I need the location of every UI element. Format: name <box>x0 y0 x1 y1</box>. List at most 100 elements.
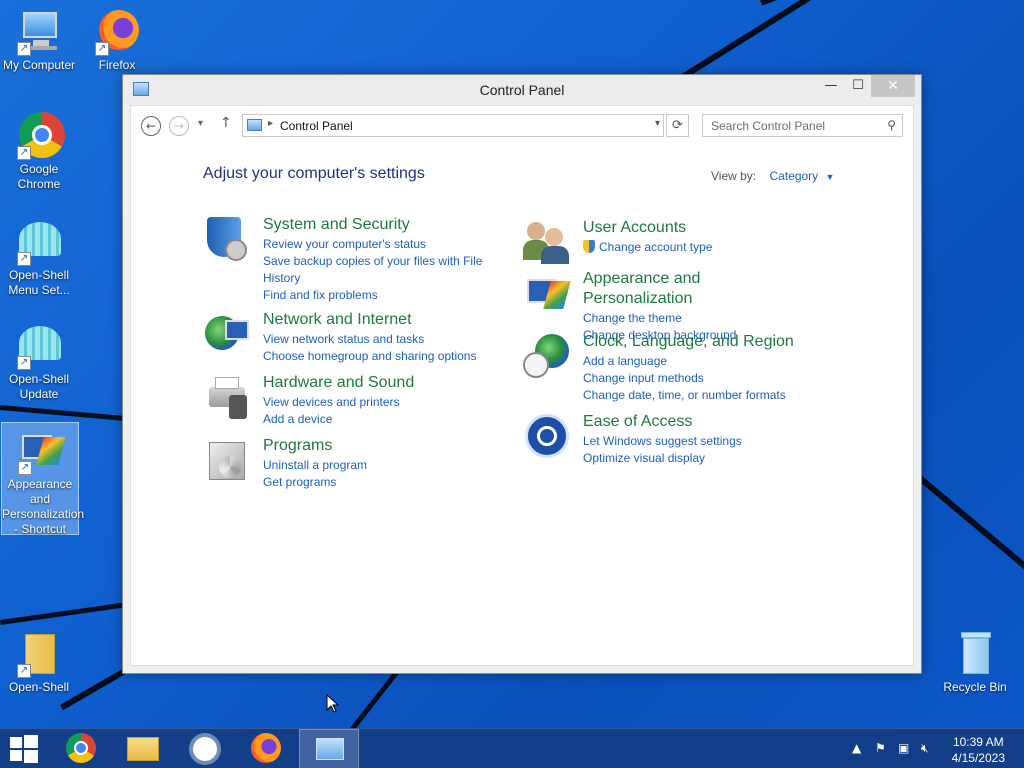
taskbar-chrome[interactable] <box>52 729 112 768</box>
desktop-icon-open-shell[interactable]: ↗ Open-Shell <box>0 630 78 695</box>
shell-icon: ↗ <box>15 218 63 266</box>
taskbar-control-panel[interactable] <box>299 729 359 768</box>
control-panel-icon <box>316 738 344 760</box>
taskbar-file-explorer[interactable] <box>113 729 173 768</box>
category-user-accounts: User Accounts Change account type <box>523 218 843 264</box>
category-link[interactable]: Change input methods <box>583 370 813 387</box>
desktop-icon-google-chrome[interactable]: ↗ Google Chrome <box>0 112 78 192</box>
back-button[interactable]: ← <box>141 116 161 136</box>
category-title[interactable]: Clock, Language, and Region <box>583 332 813 352</box>
category-link[interactable]: Change date, time, or number formats <box>583 387 813 404</box>
close-button[interactable]: ✕ <box>871 75 915 97</box>
ease-of-access-icon <box>523 412 571 460</box>
category-link[interactable]: Save backup copies of your files with Fi… <box>263 253 493 287</box>
shortcut-arrow-icon: ↗ <box>17 664 31 678</box>
category-title[interactable]: Programs <box>263 436 493 456</box>
category-link[interactable]: View network status and tasks <box>263 331 493 348</box>
refresh-button[interactable]: ⟳ <box>666 114 689 137</box>
clock-date: 4/15/2023 <box>951 751 1005 765</box>
system-clock[interactable]: 10:39 AM 4/15/2023 <box>952 734 1005 766</box>
title-bar[interactable]: Control Panel — ☐ ✕ <box>123 75 921 105</box>
page-title: Adjust your computer's settings <box>203 165 425 182</box>
sun-icon <box>193 737 217 761</box>
desktop-icon-label: Open-Shell Update <box>8 372 70 401</box>
category-link[interactable]: Optimize visual display <box>583 450 813 467</box>
desktop-icon-open-shell-menu-settings[interactable]: ↗ Open-Shell Menu Set... <box>0 218 78 298</box>
shortcut-arrow-icon: ↗ <box>95 42 109 56</box>
window-title: Control Panel <box>479 82 565 98</box>
category-clock-language-region: Clock, Language, and Region Add a langua… <box>523 332 843 404</box>
mouse-cursor-icon <box>326 694 340 713</box>
desktop-icon-label: Appearance and Personalization - Shortcu… <box>2 477 85 536</box>
forward-button[interactable]: → <box>169 116 189 136</box>
category-title[interactable]: System and Security <box>263 215 493 235</box>
firefox-icon <box>251 733 281 763</box>
clock-globe-icon <box>523 332 571 380</box>
desktop-icon-label: My Computer <box>2 58 76 72</box>
category-system-security: System and Security Review your computer… <box>203 215 503 302</box>
uac-shield-icon <box>583 240 595 253</box>
recent-locations-dropdown[interactable]: ▾ <box>198 118 203 129</box>
navigation-bar: ← → ▾ ↑ ▸ Control Panel ▾ ⟳ Search Contr… <box>131 106 913 146</box>
appearance-personalization-icon <box>523 269 571 317</box>
desktop-icon-firefox[interactable]: ↗ Firefox <box>78 8 156 73</box>
start-button[interactable] <box>0 729 48 768</box>
show-hidden-icons-button[interactable]: ▲ <box>852 741 861 755</box>
network-globe-icon <box>203 310 251 358</box>
view-by-dropdown[interactable]: Category <box>769 169 818 183</box>
desktop-icon-label: Firefox <box>98 58 136 72</box>
search-icon[interactable]: ⚲ <box>887 118 896 132</box>
windows-logo-icon <box>10 735 38 763</box>
network-icon[interactable]: ▣ <box>898 741 909 755</box>
breadcrumb[interactable]: Control Panel <box>280 119 353 133</box>
search-input[interactable]: Search Control Panel ⚲ <box>702 114 903 137</box>
recycle-bin-icon <box>951 630 999 678</box>
maximize-button[interactable]: ☐ <box>843 75 873 97</box>
category-link[interactable]: Change the theme <box>583 310 813 327</box>
shortcut-arrow-icon: ↗ <box>17 252 31 266</box>
category-title[interactable]: Appearance and Personalization <box>583 269 813 309</box>
desktop-icon-appearance-shortcut[interactable]: ↗ Appearance and Personalization - Short… <box>1 422 84 536</box>
control-panel-window: Control Panel — ☐ ✕ ← → ▾ ↑ ▸ Control Pa… <box>122 74 922 674</box>
folder-icon <box>127 737 159 761</box>
programs-box-icon <box>203 436 251 484</box>
category-link[interactable]: Get programs <box>263 474 493 491</box>
chevron-down-icon[interactable]: ▼ <box>826 172 835 182</box>
category-link[interactable]: Change account type <box>583 239 813 256</box>
folder-icon: ↗ <box>15 630 63 678</box>
category-link[interactable]: Review your computer's status <box>263 236 493 253</box>
action-center-flag-icon[interactable]: ⚑ <box>875 741 886 755</box>
volume-muted-icon[interactable]: 🔇︎ <box>921 741 929 756</box>
chrome-icon <box>66 733 96 763</box>
taskbar-firefox[interactable] <box>237 729 297 768</box>
category-title[interactable]: Hardware and Sound <box>263 373 493 393</box>
category-link[interactable]: View devices and printers <box>263 394 493 411</box>
up-button[interactable]: ↑ <box>220 115 232 131</box>
desktop-icon-open-shell-update[interactable]: ↗ Open-Shell Update <box>0 322 78 402</box>
category-link[interactable]: Add a language <box>583 353 813 370</box>
minimize-button[interactable]: — <box>816 75 846 97</box>
category-link[interactable]: Choose homegroup and sharing options <box>263 348 493 365</box>
desktop-icon-label: Recycle Bin <box>943 680 1007 694</box>
category-link[interactable]: Uninstall a program <box>263 457 493 474</box>
clock-time: 10:39 AM <box>952 735 1004 749</box>
search-placeholder: Search Control Panel <box>711 119 826 133</box>
taskbar: ▲ ⚑ ▣ 🔇︎ 10:39 AM 4/15/2023 <box>0 728 1024 768</box>
shield-icon <box>203 215 251 263</box>
desktop-icon-my-computer[interactable]: ↗ My Computer <box>0 8 78 73</box>
category-link[interactable]: Let Windows suggest settings <box>583 433 813 450</box>
chrome-icon: ↗ <box>15 112 65 160</box>
desktop-icon-recycle-bin[interactable]: Recycle Bin <box>936 630 1014 695</box>
control-panel-icon <box>247 119 262 131</box>
chevron-down-icon[interactable]: ▾ <box>655 118 660 129</box>
shortcut-arrow-icon: ↗ <box>17 146 31 160</box>
category-link[interactable]: Add a device <box>263 411 493 428</box>
address-bar[interactable]: ▸ Control Panel ▾ <box>242 114 664 137</box>
category-title[interactable]: Ease of Access <box>583 412 813 432</box>
taskbar-weather-app[interactable] <box>175 729 235 768</box>
category-title[interactable]: Network and Internet <box>263 310 493 330</box>
category-title[interactable]: User Accounts <box>583 218 813 238</box>
printer-icon <box>203 373 251 421</box>
view-by-control: View by: Category ▼ <box>711 169 834 183</box>
category-link[interactable]: Find and fix problems <box>263 287 493 304</box>
